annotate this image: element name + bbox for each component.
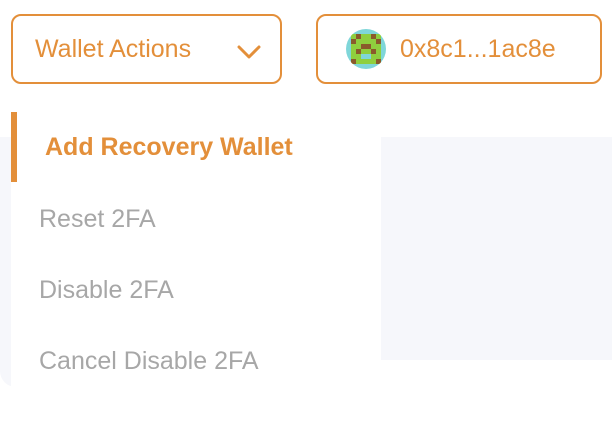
chevron-down-icon [236,40,262,60]
wallet-actions-dropdown: Add Recovery Wallet Reset 2FA Disable 2F… [11,112,381,412]
wallet-address-button[interactable]: 0x8c1...1ac8e [316,14,602,84]
menu-item-label: Cancel Disable 2FA [39,346,259,375]
menu-item-cancel-disable-2fa[interactable]: Cancel Disable 2FA [11,326,381,396]
menu-item-disable-2fa[interactable]: Disable 2FA [11,255,381,325]
menu-item-label: Reset 2FA [39,204,156,233]
menu-item-add-recovery-wallet[interactable]: Add Recovery Wallet [11,112,381,182]
menu-item-label: Add Recovery Wallet [45,132,293,161]
wallet-actions-label: Wallet Actions [35,34,192,63]
active-indicator [11,112,17,182]
wallet-address-label: 0x8c1...1ac8e [400,34,556,63]
wallet-actions-button[interactable]: Wallet Actions [11,14,282,84]
identicon-avatar [346,29,386,69]
page-background-edge [380,360,612,426]
menu-item-label: Disable 2FA [39,275,174,304]
menu-item-reset-2fa[interactable]: Reset 2FA [11,184,381,254]
